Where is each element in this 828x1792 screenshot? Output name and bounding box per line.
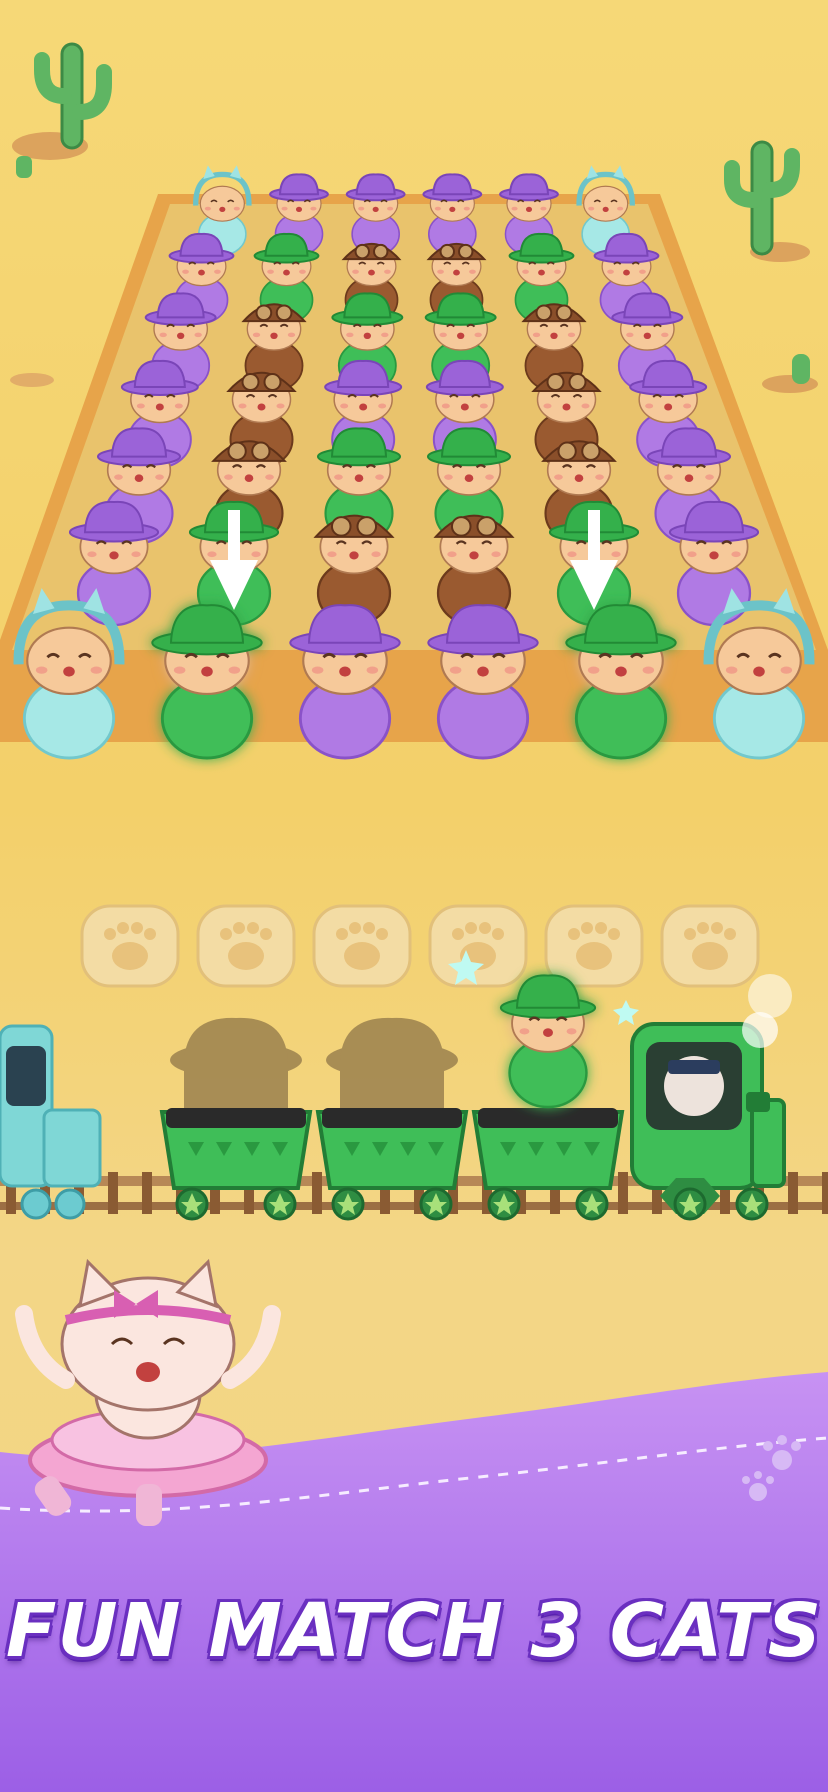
paw-slot[interactable] (80, 904, 180, 988)
wheel-icon (331, 1187, 365, 1221)
game-scene: FUN MATCH 3 CATS (0, 0, 828, 1792)
tagline: FUN MATCH 3 CATS (5, 1588, 823, 1674)
wheel-icon (263, 1187, 297, 1221)
empty-slot-silhouette (326, 1017, 458, 1114)
wheel-icon (487, 1187, 521, 1221)
train-cart[interactable] (471, 1108, 625, 1190)
paw-slot[interactable] (660, 904, 760, 988)
jumping-cat[interactable] (499, 974, 597, 1109)
ballerina-cat-mascot (15, 1258, 281, 1526)
paw-slot[interactable] (196, 904, 296, 988)
paw-slot[interactable] (312, 904, 412, 988)
paw-slot[interactable] (544, 904, 644, 988)
right-engine (630, 974, 792, 1214)
wheel-icon (575, 1187, 609, 1221)
train-cart[interactable] (315, 1017, 469, 1190)
wheel-icon (419, 1187, 453, 1221)
wheel-icon (673, 1187, 707, 1221)
paw-slot[interactable] (428, 904, 528, 988)
wheel-icon (175, 1187, 209, 1221)
game-artwork (0, 42, 828, 1792)
empty-slot-silhouette (170, 1017, 302, 1114)
train-cart[interactable] (159, 1017, 313, 1190)
wheel-icon (735, 1187, 769, 1221)
sparkle-icon (613, 1000, 639, 1025)
cactus-left (12, 42, 112, 178)
